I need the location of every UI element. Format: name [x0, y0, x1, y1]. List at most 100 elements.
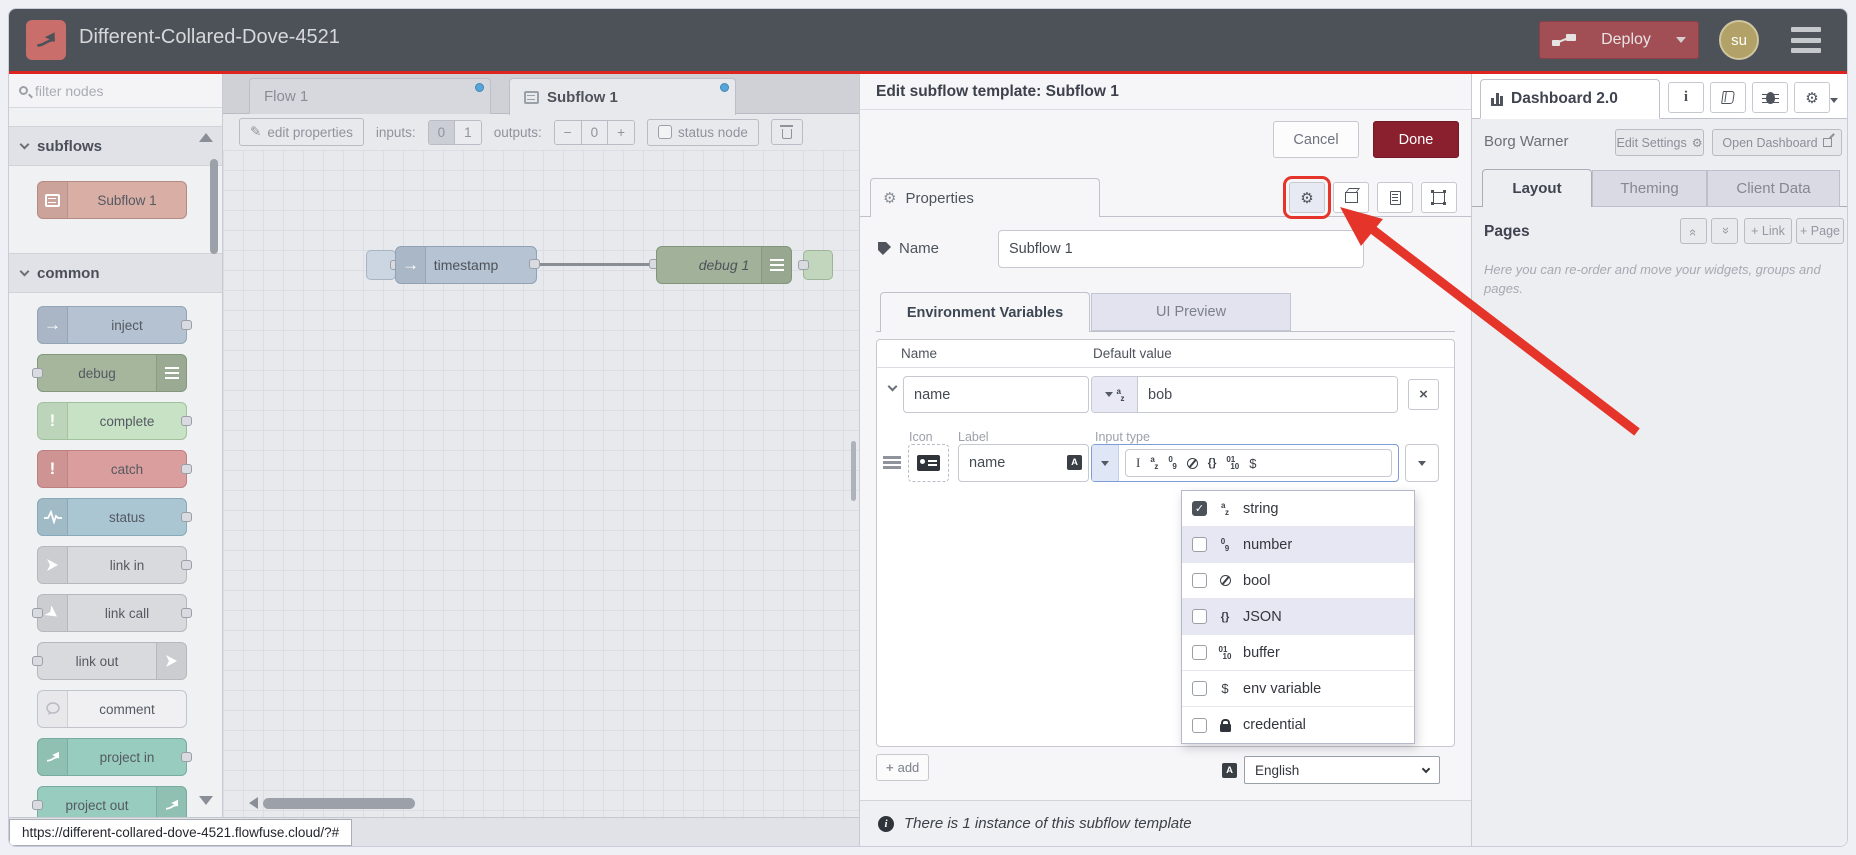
menu-item-bool[interactable]: bool — [1182, 563, 1414, 599]
dashboard-panel: Borg Warner Edit Settings ⚙ Open Dashboa… — [1472, 119, 1847, 846]
module-properties-button[interactable] — [1421, 182, 1457, 213]
row-expand-icon[interactable] — [887, 381, 898, 392]
palette-node-project-out[interactable]: project out — [32, 786, 187, 817]
bool-type-icon — [1219, 575, 1231, 586]
outputs-plus-button[interactable]: + — [608, 120, 635, 144]
edit-settings-button[interactable]: Edit Settings ⚙ — [1615, 129, 1704, 156]
category-subflows[interactable]: subflows — [9, 126, 222, 166]
vertical-scrollbar[interactable] — [851, 441, 856, 501]
checkbox[interactable] — [1192, 537, 1207, 552]
menu-item-json[interactable]: {} JSON — [1182, 599, 1414, 635]
palette-node-debug[interactable]: debug — [32, 354, 187, 392]
appearance-button[interactable] — [1333, 182, 1369, 213]
checkbox[interactable] — [1192, 717, 1207, 733]
tab-dashboard-2[interactable]: Dashboard 2.0 — [1480, 79, 1660, 119]
done-button[interactable]: Done — [1373, 121, 1459, 158]
palette-node-comment[interactable]: comment — [37, 690, 187, 728]
subflow-input-stub[interactable] — [366, 250, 401, 280]
tab-flow-1[interactable]: Flow 1 — [249, 78, 491, 114]
palette-node-status[interactable]: status — [37, 498, 192, 536]
palette-scroll-up-icon[interactable] — [199, 126, 213, 142]
palette-node-link-in[interactable]: link in — [37, 546, 192, 584]
outputs-stepper[interactable]: − 0 + — [553, 119, 636, 145]
info-tab-button[interactable]: i — [1668, 82, 1704, 113]
flow-node-debug-1[interactable]: debug 1 — [656, 246, 792, 284]
tab-properties[interactable]: ⚙ Properties — [870, 178, 1100, 217]
menu-item-env-variable[interactable]: $ env variable — [1182, 671, 1414, 707]
checkbox[interactable] — [1192, 609, 1207, 624]
palette-node-complete[interactable]: ! complete — [37, 402, 192, 440]
palette-scrollbar[interactable] — [210, 159, 218, 254]
gear-icon: ⚙ — [1300, 189, 1314, 207]
description-button[interactable] — [1377, 182, 1413, 213]
checkbox[interactable] — [1192, 573, 1207, 588]
checkbox[interactable] — [1192, 681, 1207, 696]
menu-item-credential[interactable]: credential — [1182, 707, 1414, 743]
inputs-option-1[interactable]: 1 — [455, 120, 481, 144]
input-type-caret-button[interactable] — [1092, 445, 1119, 481]
tab-layout[interactable]: Layout — [1482, 169, 1592, 207]
cancel-button[interactable]: Cancel — [1273, 121, 1359, 158]
deploy-dropdown-icon[interactable] — [1676, 37, 1686, 48]
deploy-button[interactable]: Deploy — [1539, 21, 1699, 59]
status-node-checkbox[interactable] — [658, 125, 673, 139]
edit-properties-button[interactable]: ✎ edit properties — [239, 118, 364, 146]
properties-gear-button[interactable]: ⚙ — [1283, 176, 1331, 219]
language-select[interactable]: English — [1244, 756, 1440, 784]
value-type-button[interactable]: az — [1092, 377, 1138, 412]
flow-node-timestamp[interactable]: → timestamp — [395, 246, 537, 284]
avatar[interactable]: su — [1719, 20, 1759, 60]
checkbox-checked[interactable]: ✓ — [1192, 501, 1207, 516]
open-dashboard-button[interactable]: Open Dashboard — [1712, 129, 1842, 156]
horizontal-scrollbar[interactable] — [263, 798, 415, 809]
move-up-button[interactable]: « — [1680, 218, 1707, 244]
tab-theming[interactable]: Theming — [1592, 170, 1707, 207]
tab-ui-preview[interactable]: UI Preview — [1091, 293, 1291, 331]
menu-item-number[interactable]: 09 number — [1182, 527, 1414, 563]
filter-nodes-input[interactable] — [35, 82, 185, 99]
subflow-name-input[interactable] — [998, 230, 1364, 268]
tab-client-data[interactable]: Client Data — [1707, 170, 1840, 207]
tag-icon — [878, 242, 891, 255]
palette-node-subflow[interactable]: Subflow 1 — [37, 181, 187, 219]
add-page-button[interactable]: + Page — [1796, 218, 1844, 244]
palette-node-inject[interactable]: → inject — [37, 306, 192, 344]
move-down-button[interactable]: « — [1711, 218, 1738, 244]
inputs-toggle[interactable]: 0 1 — [427, 119, 482, 145]
config-tab-button[interactable]: ⚙ — [1794, 82, 1830, 113]
drag-handle-icon[interactable] — [883, 456, 901, 459]
subflow-output-stub[interactable] — [798, 250, 833, 280]
main-menu-icon[interactable] — [1791, 27, 1821, 53]
menu-item-string[interactable]: ✓ az string — [1182, 491, 1414, 527]
input-type-dropdown-button[interactable] — [1405, 444, 1439, 482]
outputs-minus-button[interactable]: − — [554, 120, 582, 144]
sidebar-more-tabs-icon[interactable] — [1830, 98, 1838, 107]
inputs-option-0[interactable]: 0 — [428, 120, 456, 144]
category-common[interactable]: common — [9, 253, 222, 293]
palette-node-link-call[interactable]: link call — [32, 594, 192, 632]
palette-scroll-down-icon[interactable] — [199, 796, 213, 812]
env-var-name-input[interactable] — [903, 376, 1089, 413]
status-node-toggle[interactable]: status node — [647, 118, 759, 146]
checkbox[interactable] — [1192, 645, 1207, 660]
wire[interactable] — [535, 263, 655, 266]
palette-node-catch[interactable]: ! catch — [37, 450, 192, 488]
help-tab-button[interactable] — [1710, 82, 1746, 113]
tab-environment-variables[interactable]: Environment Variables — [880, 292, 1090, 332]
flow-grid[interactable]: → timestamp debug 1 — [223, 150, 859, 817]
debug-tab-button[interactable] — [1752, 82, 1788, 113]
tab-subflow-1[interactable]: Subflow 1 — [509, 78, 736, 115]
hscroll-left-icon[interactable] — [243, 797, 258, 809]
palette-node-project-in[interactable]: project in — [37, 738, 192, 776]
env-var-value-input[interactable] — [1138, 377, 1397, 412]
env-var-icon-picker[interactable] — [908, 444, 949, 482]
delete-subflow-button[interactable] — [770, 119, 803, 145]
delete-row-button[interactable]: × — [1408, 379, 1439, 410]
output-port[interactable] — [529, 259, 540, 269]
palette-node-link-out[interactable]: link out — [32, 642, 187, 680]
palette-search[interactable] — [9, 74, 222, 108]
translate-icon[interactable]: A — [1067, 455, 1082, 470]
add-env-var-button[interactable]: + add — [876, 754, 930, 781]
add-link-button[interactable]: + Link — [1744, 218, 1792, 244]
menu-item-buffer[interactable]: 01 10 buffer — [1182, 635, 1414, 671]
